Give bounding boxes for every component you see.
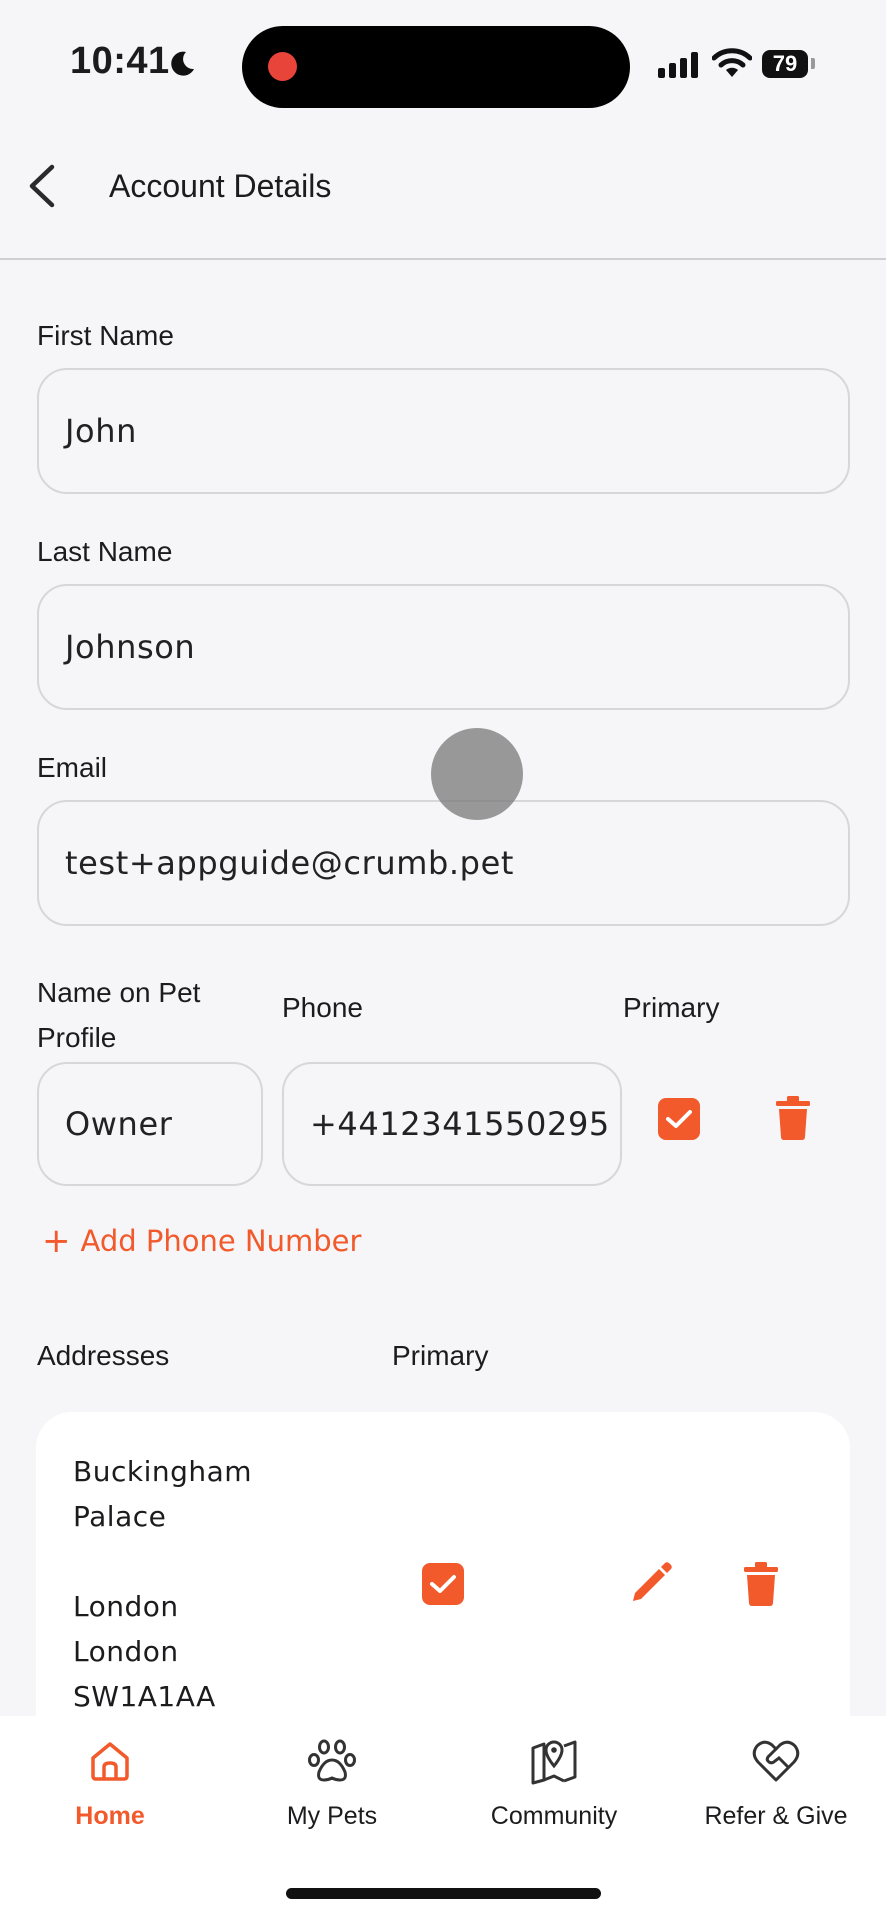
email-value: test+appguide@crumb.pet	[65, 844, 515, 882]
address-line-1: Buckingham	[73, 1455, 253, 1488]
back-chevron-icon[interactable]	[24, 162, 60, 210]
tab-home-label: Home	[75, 1802, 145, 1830]
trash-icon	[776, 1096, 810, 1140]
address-primary-label: Primary	[392, 1340, 489, 1371]
trash-icon	[744, 1562, 778, 1606]
first-name-field[interactable]: John	[37, 368, 850, 494]
phone-number-field[interactable]: +4412341550295	[282, 1062, 622, 1186]
phone-owner-name-value: Owner	[65, 1105, 173, 1143]
tab-community[interactable]: Community	[454, 1736, 654, 1831]
address-line-5: London	[73, 1635, 179, 1668]
recording-indicator	[268, 52, 297, 81]
name-label-line-1: Name on Pet	[37, 977, 201, 1008]
address-line-4: London	[73, 1590, 179, 1623]
tab-my-pets[interactable]: My Pets	[232, 1736, 432, 1831]
touch-indicator	[431, 728, 523, 820]
tab-refer-and-give-label: Refer & Give	[704, 1802, 848, 1830]
delete-address-button[interactable]	[740, 1560, 782, 1608]
page-title: Account Details	[109, 168, 332, 204]
pencil-icon	[633, 1562, 672, 1601]
status-time: 10:41	[70, 40, 170, 82]
tab-refer-and-give[interactable]: Refer & Give	[676, 1736, 876, 1831]
last-name-label: Last Name	[37, 536, 173, 567]
dynamic-island	[242, 26, 630, 108]
plus-icon: +	[42, 1221, 71, 1261]
last-name-value: Johnson	[65, 628, 196, 666]
address-line-6: SW1A1AA	[73, 1680, 216, 1713]
map-pin-icon	[531, 1740, 577, 1785]
battery-tip	[811, 58, 815, 69]
home-icon	[91, 1742, 129, 1781]
name-label-line-2: Profile	[37, 1022, 117, 1053]
addresses-label: Addresses	[37, 1340, 170, 1371]
phone-primary-checkbox[interactable]	[658, 1098, 700, 1140]
edit-address-button[interactable]	[626, 1558, 676, 1608]
moon-icon	[171, 51, 194, 76]
header-divider	[0, 258, 886, 260]
address-primary-checkbox[interactable]	[422, 1563, 464, 1605]
delete-phone-button[interactable]	[772, 1094, 814, 1142]
name-on-pet-profile-label: Name on Pet Profile	[37, 970, 200, 1060]
address-line-2: Palace	[73, 1500, 167, 1533]
last-name-field[interactable]: Johnson	[37, 584, 850, 710]
phone-number-value: +4412341550295	[310, 1105, 610, 1143]
first-name-value: John	[65, 412, 137, 450]
heart-handshake-icon	[752, 1740, 800, 1782]
phone-label: Phone	[282, 992, 363, 1023]
phone-primary-label: Primary	[623, 992, 720, 1023]
tab-community-label: Community	[490, 1802, 618, 1830]
email-field[interactable]: test+appguide@crumb.pet	[37, 800, 850, 926]
first-name-label: First Name	[37, 320, 174, 351]
checkmark-icon	[430, 1575, 456, 1593]
tab-my-pets-label: My Pets	[286, 1802, 378, 1830]
wifi-icon	[712, 48, 752, 77]
checkmark-icon	[666, 1110, 692, 1128]
email-label: Email	[37, 752, 108, 783]
battery-icon: 79	[762, 50, 808, 78]
add-phone-number-button[interactable]: + Add Phone Number	[42, 1224, 361, 1258]
phone-owner-name-field[interactable]: Owner	[37, 1062, 263, 1186]
tab-home[interactable]: Home	[10, 1736, 210, 1831]
add-phone-number-label: Add Phone Number	[80, 1224, 362, 1258]
cellular-signal-icon	[658, 52, 698, 78]
paw-icon	[308, 1739, 356, 1782]
home-indicator	[286, 1888, 601, 1899]
